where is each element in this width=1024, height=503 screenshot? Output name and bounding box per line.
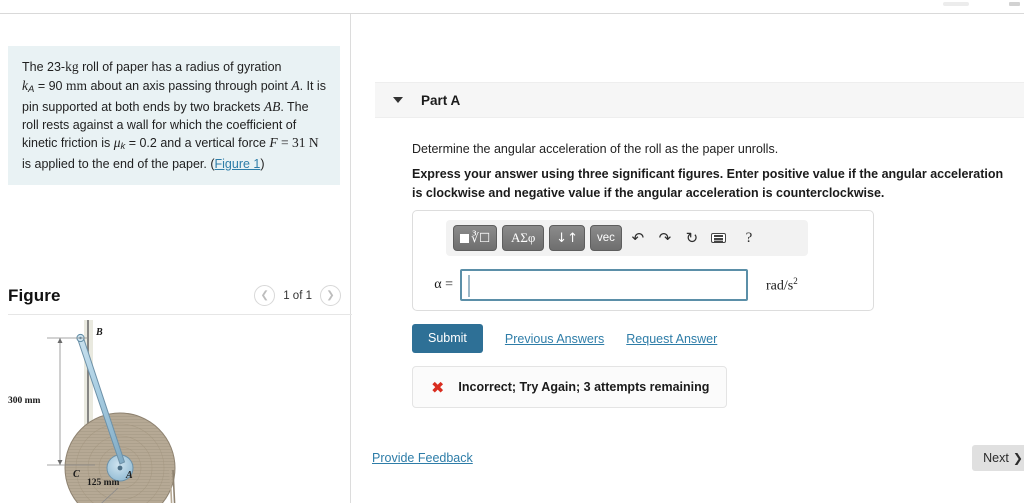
answer-unit-exponent: 2 <box>793 275 798 286</box>
alert-message: Incorrect; Try Again; 3 attempts remaini… <box>458 380 710 394</box>
submit-actions: Submit Previous Answers Request Answer <box>412 324 717 353</box>
mu-value: = 0.2 and a vertical force <box>125 136 270 151</box>
problem-text-part7: ) <box>260 156 265 171</box>
problem-text-part3: about an axis passing through point <box>87 78 292 93</box>
page-root: The 23-kg roll of paper has a radius of … <box>0 0 1024 503</box>
next-button-label: Next <box>983 451 1009 465</box>
text-cursor <box>468 275 470 297</box>
problem-text-part2: roll of paper has a radius of gyration <box>78 60 282 74</box>
figure-1-link[interactable]: Figure 1 <box>215 157 261 171</box>
right-panel: Part A Determine the angular acceleratio… <box>352 14 1024 503</box>
label-dim-300mm: 300 mm <box>8 396 41 406</box>
next-button[interactable]: Next ❯ <box>972 445 1024 471</box>
label-dim-125mm: 125 mm <box>87 478 120 488</box>
part-a-label: Part A <box>421 92 461 108</box>
answer-variable-label: α = <box>434 277 453 292</box>
symbol-k-subscript: A <box>28 83 35 95</box>
redo-icon[interactable]: ↷ <box>654 226 676 250</box>
force-value: = 31 N <box>277 135 319 151</box>
answer-unit-main: rad/s <box>766 278 794 294</box>
figure-title: Figure <box>8 285 61 305</box>
nth-root-icon: ∛☐ <box>471 231 491 245</box>
chevron-left-icon: ❮ <box>260 289 269 301</box>
math-template-icon[interactable]: ∛☐ <box>453 225 498 251</box>
incorrect-alert: ✖ Incorrect; Try Again; 3 attempts remai… <box>412 366 727 408</box>
answer-input-row: α = rad/s2 <box>414 263 874 307</box>
undo-icon[interactable]: ↶ <box>627 226 649 250</box>
help-icon[interactable]: ? <box>738 226 760 250</box>
problem-text-part6: is applied to the end of the paper. ( <box>22 156 215 171</box>
figure-navigation: ❮ 1 of 1 ❯ <box>254 285 341 306</box>
paper-strip <box>169 469 176 503</box>
caret-down-icon[interactable] <box>393 97 403 103</box>
reset-icon[interactable]: ↻ <box>681 226 703 250</box>
chevron-right-icon: ❯ <box>326 289 335 301</box>
label-c: C <box>73 469 80 480</box>
k-value: = 90 <box>37 78 66 93</box>
problem-text-part1: The 23- <box>22 60 66 74</box>
submit-button[interactable]: Submit <box>412 324 483 353</box>
figure-diagram[interactable]: B A C 300 mm 125 mm <box>0 320 351 503</box>
top-ghost-element-right <box>1009 2 1020 6</box>
figure-page-count: 1 of 1 <box>283 289 312 302</box>
answer-unit: rad/s2 <box>748 276 798 295</box>
symbol-brackets-ab: AB <box>263 99 281 115</box>
x-mark-icon: ✖ <box>431 377 445 397</box>
chevron-right-icon: ❯ <box>1012 451 1023 465</box>
vector-button[interactable]: vec <box>589 225 622 251</box>
symbol-force-f: F <box>269 135 278 151</box>
figure-header: Figure ❮ 1 of 1 ❯ <box>8 277 341 314</box>
label-a: A <box>125 470 133 481</box>
arrows-button[interactable]: ↓↑ <box>549 225 585 251</box>
label-b: B <box>95 327 103 338</box>
k-unit: mm <box>65 77 87 93</box>
question-prompt: Determine the angular acceleration of th… <box>412 142 779 156</box>
answer-instruction: Express your answer using three signific… <box>412 167 1004 200</box>
symbol-point-a: A <box>291 77 300 93</box>
figure-prev-button[interactable]: ❮ <box>254 285 276 306</box>
answer-input[interactable] <box>462 271 746 299</box>
answer-entry-panel: ∛☐ ΑΣφ ↓↑ vec ↶ ↷ ↻ ? α = rad/s2 <box>412 210 874 311</box>
left-panel: The 23-kg roll of paper has a radius of … <box>0 14 1013 503</box>
greek-symbols-button[interactable]: ΑΣφ <box>502 225 545 251</box>
answer-input-wrapper[interactable] <box>460 269 748 301</box>
math-toolbar: ∛☐ ΑΣφ ↓↑ vec ↶ ↷ ↻ ? <box>446 220 808 256</box>
part-a-header[interactable]: Part A <box>375 82 1024 118</box>
pin-point-a <box>117 465 123 471</box>
figure-next-button[interactable]: ❯ <box>320 285 341 306</box>
template-square-icon <box>460 233 469 243</box>
previous-answers-link[interactable]: Previous Answers <box>505 332 604 346</box>
top-ghost-element-left <box>943 2 969 6</box>
problem-unit-kg: kg <box>65 59 79 74</box>
request-answer-link[interactable]: Request Answer <box>626 332 717 346</box>
provide-feedback-link[interactable]: Provide Feedback <box>372 451 473 465</box>
keyboard-icon[interactable] <box>708 226 730 250</box>
problem-statement: The 23-kg roll of paper has a radius of … <box>8 46 340 186</box>
